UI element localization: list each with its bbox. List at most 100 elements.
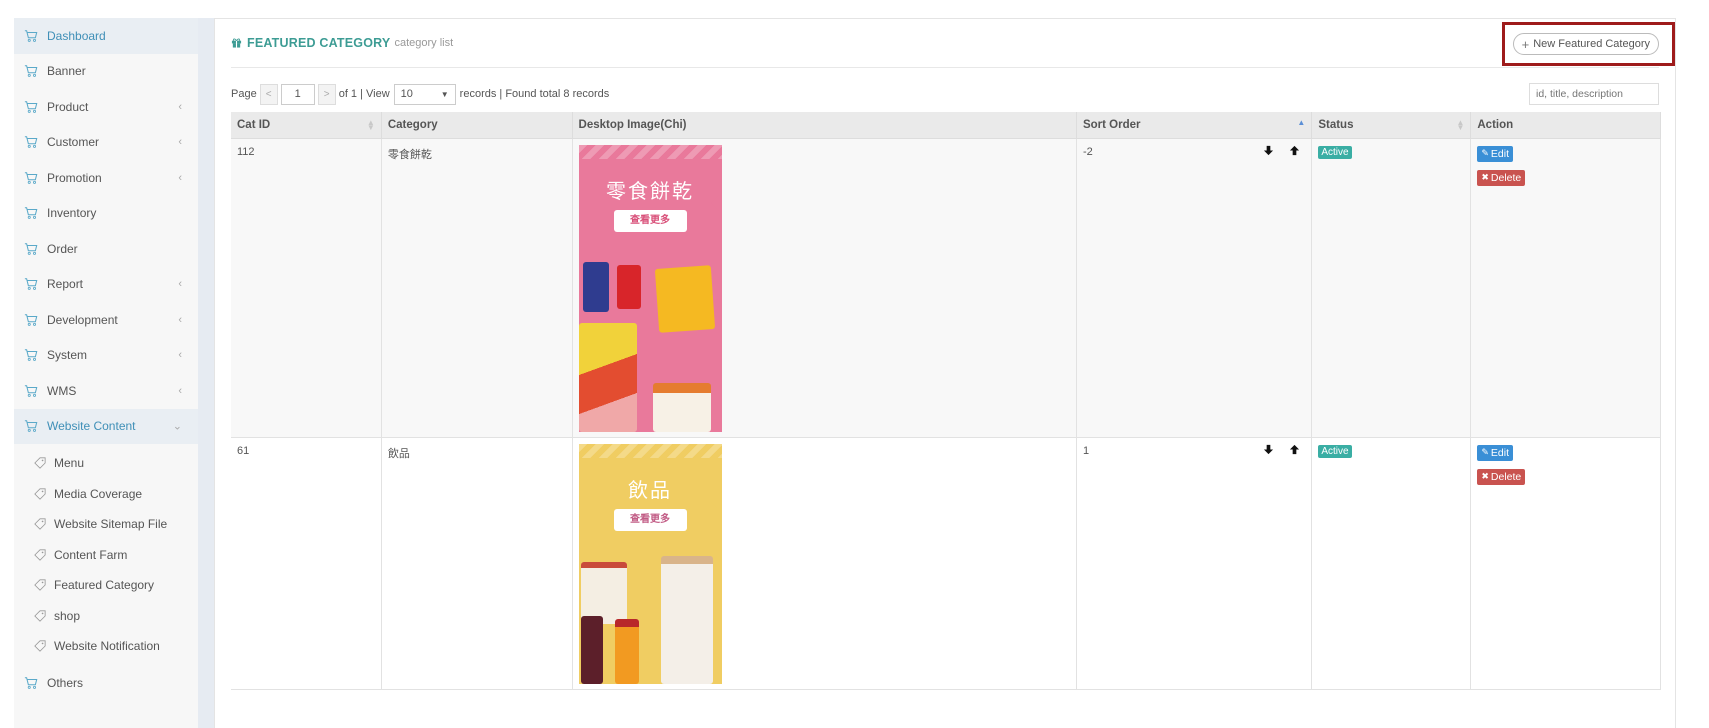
sidebar-subitem-website-sitemap-file[interactable]: Website Sitemap File [14, 509, 198, 540]
page-of-text: of 1 | View [338, 88, 390, 100]
sidebar-item-development[interactable]: Development ‹ [14, 302, 198, 338]
product-can-blue [582, 261, 609, 312]
category-cell: 零食餅乾 [381, 138, 573, 438]
search-input[interactable] [1529, 83, 1659, 105]
sidebar-item-label: Promotion [47, 170, 102, 185]
submenu-website-content: Menu Media Coverage Website Sitemap File… [14, 444, 198, 666]
chevron-left-icon: ‹ [178, 384, 182, 397]
page-title: FEATURED CATEGORY [231, 36, 390, 50]
edit-label: Edit [1490, 147, 1510, 160]
sidebar-subitem-label: shop [54, 608, 81, 623]
view-count-value: 10 [400, 88, 413, 100]
column-header[interactable]: Status ▲ ▼ [1311, 112, 1472, 139]
sidebar-item-banner[interactable]: Banner [14, 54, 198, 90]
sort-asc-icon: ▲ [1297, 118, 1306, 127]
sidebar-item-promotion[interactable]: Promotion ‹ [14, 160, 198, 196]
sidebar-subitem-menu[interactable]: Menu [14, 448, 198, 479]
chevron-right-icon: > [323, 88, 330, 100]
sidebar-item-label: Others [47, 676, 84, 691]
desktop-image-cell: 飲品 查看更多 [572, 437, 1077, 690]
chevron-left-icon: ‹ [178, 349, 182, 362]
sidebar-subitem-content-farm[interactable]: Content Farm [14, 540, 198, 571]
sidebar-subitem-label: Website Notification [54, 639, 160, 654]
delete-button[interactable]: ✖ Delete [1477, 169, 1526, 186]
sidebar-item-label: Development [47, 312, 118, 327]
arrow-up-icon[interactable] [1289, 145, 1301, 157]
chevron-left-icon: ‹ [178, 100, 182, 113]
sidebar-item-customer[interactable]: Customer ‹ [14, 125, 198, 161]
column-header-label: Category [387, 118, 438, 131]
arrow-down-icon[interactable] [1263, 145, 1275, 157]
sidebar-gutter [198, 18, 214, 728]
delete-button[interactable]: ✖ Delete [1477, 468, 1526, 485]
prev-page-button[interactable]: < [259, 83, 278, 105]
column-header: Action [1470, 112, 1661, 139]
sidebar-item-others[interactable]: Others [14, 666, 198, 702]
column-header-label: Status [1318, 118, 1354, 131]
sidebar-item-system[interactable]: System ‹ [14, 338, 198, 374]
sidebar-item-inventory[interactable]: Inventory [14, 196, 198, 232]
status-cell: Active [1311, 437, 1472, 690]
cat-id-cell: 112 [231, 138, 382, 438]
column-header[interactable]: Category [381, 112, 573, 139]
column-header[interactable]: Cat ID ▲ ▼ [231, 112, 382, 139]
close-icon: ✖ [1481, 172, 1489, 182]
column-header-label: Sort Order [1082, 118, 1141, 131]
product-can-red [616, 264, 641, 309]
sidebar-item-wms[interactable]: WMS ‹ [14, 373, 198, 409]
sidebar-item-website-content[interactable]: Website Content ⌄ [14, 408, 198, 444]
arrow-up-icon[interactable] [1289, 444, 1301, 456]
sidebar-item-report[interactable]: Report ‹ [14, 267, 198, 303]
sort-order-cell: -2 [1076, 138, 1313, 438]
desktop-image-cell: 零食餅乾 查看更多 [572, 138, 1077, 438]
column-header-label: Cat ID [237, 118, 271, 131]
cart-icon [24, 384, 38, 398]
sidebar-subitem-label: Featured Category [54, 578, 155, 593]
category-cell: 飲品 [381, 437, 573, 690]
banner-stripes [578, 144, 722, 159]
product-snack-bag-yellow [654, 264, 715, 333]
chevron-down-icon: ⌄ [172, 420, 182, 433]
next-page-button[interactable]: > [317, 83, 336, 105]
sidebar-item-product[interactable]: Product ‹ [14, 89, 198, 125]
view-count-select[interactable]: 10 ▼ [393, 83, 456, 105]
sidebar-subitem-featured-category[interactable]: Featured Category [14, 570, 198, 601]
edit-button[interactable]: ✎ Edit [1477, 444, 1514, 461]
edit-button[interactable]: ✎ Edit [1477, 145, 1514, 162]
sidebar-item-label: Customer [47, 135, 100, 150]
chevron-left-icon: ‹ [178, 278, 182, 291]
cart-icon [24, 242, 38, 256]
cart-icon [24, 171, 38, 185]
column-header[interactable]: Sort Order ▲ [1076, 112, 1313, 139]
plus-icon: + [1521, 36, 1530, 52]
column-header[interactable]: Desktop Image(Chi) [572, 112, 1077, 139]
main-panel: FEATURED CATEGORY category list + New Fe… [214, 18, 1676, 728]
sidebar-item-label: Order [47, 241, 78, 256]
sidebar-subitem-label: Media Coverage [54, 486, 143, 501]
arrow-down-icon[interactable] [1263, 444, 1275, 456]
product-pouch [652, 382, 711, 432]
cart-icon [24, 135, 38, 149]
status-badge: Active [1318, 145, 1352, 159]
banner-title: 零食餅乾 [606, 178, 695, 203]
banner-stripes [578, 443, 722, 458]
banner-title: 飲品 [628, 477, 673, 502]
sidebar-item-dashboard[interactable]: Dashboard [14, 18, 198, 54]
sidebar-item-order[interactable]: Order [14, 231, 198, 267]
sort-order-value: 1 [1082, 444, 1090, 457]
sidebar-subitem-website-notification[interactable]: Website Notification [14, 631, 198, 662]
delete-label: Delete [1490, 171, 1522, 184]
table-row: 112 零食餅乾 零食餅乾 查看更多 -2 Active ✎ Edit ✖ De… [231, 138, 1661, 438]
column-header-label: Action [1477, 118, 1514, 131]
sidebar-subitem-media-coverage[interactable]: Media Coverage [14, 479, 198, 510]
page-number-input[interactable] [280, 83, 315, 105]
sidebar-item-label: Banner [47, 64, 86, 79]
sidebar-subitem-shop[interactable]: shop [14, 601, 198, 632]
new-featured-category-button[interactable]: + New Featured Category [1512, 33, 1659, 55]
cart-icon [24, 64, 38, 78]
chevron-left-icon: ‹ [178, 136, 182, 149]
action-cell: ✎ Edit ✖ Delete [1470, 138, 1661, 438]
edit-label: Edit [1490, 446, 1510, 459]
tag-icon [34, 549, 46, 561]
chevron-left-icon: < [265, 88, 272, 100]
